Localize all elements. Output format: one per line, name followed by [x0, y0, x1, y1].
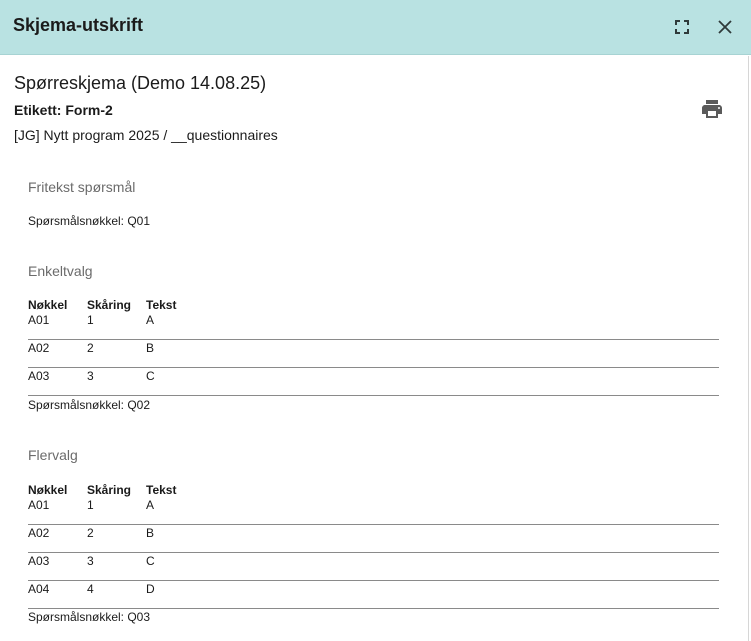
close-icon [718, 20, 732, 34]
header-score: Skåring [87, 483, 132, 497]
option-score: 2 [87, 341, 94, 355]
table-row: A01 1 A [28, 497, 719, 525]
option-text: C [146, 554, 155, 568]
question-key: Spørsmålsnøkkel: Q02 [28, 398, 151, 412]
fullscreen-icon [675, 20, 689, 34]
option-text: A [146, 498, 155, 512]
header-key: Nøkkel [28, 483, 68, 497]
question-title: Enkeltvalg [28, 263, 93, 279]
form-title: Spørreskjema (Demo 14.08.25) [14, 73, 267, 93]
table-row: A02 2 B [28, 339, 719, 368]
option-key: A02 [28, 526, 50, 540]
form-label: Etikett: Form-2 [14, 102, 113, 118]
option-text: A [146, 313, 155, 327]
question-key: Spørsmålsnøkkel: Q01 [28, 214, 151, 228]
fullscreen-button[interactable] [669, 14, 695, 40]
option-score: 1 [87, 313, 94, 327]
table-row: A03 3 C [28, 367, 719, 396]
option-key: A03 [28, 369, 50, 383]
option-key: A03 [28, 554, 50, 568]
dialog-titlebar: Skjema-utskrift [0, 0, 751, 55]
question-key: Spørsmålsnøkkel: Q03 [28, 610, 151, 624]
option-key: A04 [28, 582, 50, 596]
close-button[interactable] [712, 14, 738, 40]
header-score: Skåring [87, 298, 132, 312]
option-key: A01 [28, 313, 50, 327]
options-header-row: Nøkkel Skåring Tekst [28, 293, 719, 312]
option-score: 1 [87, 498, 94, 512]
header-text: Tekst [146, 483, 177, 497]
header-text: Tekst [146, 298, 177, 312]
dialog-content[interactable]: Spørreskjema (Demo 14.08.25) Etikett: Fo… [0, 56, 749, 641]
question-title: Fritekst spørsmål [28, 179, 136, 195]
table-row: A01 1 A [28, 312, 719, 340]
table-row: A02 2 B [28, 524, 719, 553]
option-key: A01 [28, 498, 50, 512]
option-score: 3 [87, 369, 94, 383]
option-text: B [146, 341, 155, 355]
form-path: [JG] Nytt program 2025 / __questionnaire… [14, 127, 278, 143]
option-key: A02 [28, 341, 50, 355]
options-header-row: Nøkkel Skåring Tekst [28, 478, 719, 497]
options-table: Nøkkel Skåring Tekst A01 1 A A02 2 B A03… [28, 478, 719, 609]
options-table: Nøkkel Skåring Tekst A01 1 A A02 2 B A03… [28, 293, 719, 396]
option-score: 4 [87, 582, 94, 596]
option-text: B [146, 526, 155, 540]
question-title: Flervalg [28, 447, 78, 463]
table-row: A03 3 C [28, 552, 719, 581]
option-text: C [146, 369, 155, 383]
table-row: A04 4 D [28, 580, 719, 609]
option-score: 2 [87, 526, 94, 540]
print-icon [702, 100, 722, 118]
option-text: D [146, 582, 155, 596]
header-key: Nøkkel [28, 298, 68, 312]
option-score: 3 [87, 554, 94, 568]
dialog-title: Skjema-utskrift [13, 15, 144, 35]
print-button[interactable] [700, 97, 724, 121]
